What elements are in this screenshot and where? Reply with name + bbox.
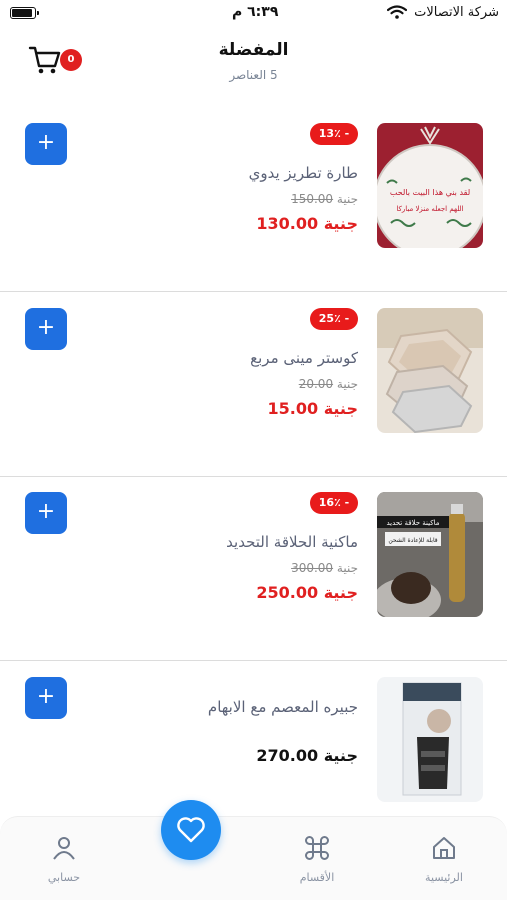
- product-name[interactable]: ماكنية الحلاقة التحديد: [226, 533, 358, 551]
- product-row[interactable]: + 16٪ - ماكنية الحلاقة التحديد جنية 300.…: [0, 477, 507, 661]
- product-name[interactable]: طارة تطريز يدوي: [249, 164, 358, 182]
- product-image[interactable]: ماكينة حلاقة تحديد قابلة للإعادة الشحن: [377, 492, 483, 617]
- product-image[interactable]: لقد بني هذا البيت بالحب اللهم اجعله منزل…: [377, 123, 483, 248]
- discount-badge: 25٪ -: [310, 308, 358, 330]
- discount-badge: 16٪ -: [310, 492, 358, 514]
- product-price: جنية 250.00: [256, 583, 358, 602]
- heart-icon: [177, 817, 205, 843]
- command-icon: [305, 836, 329, 860]
- product-image[interactable]: [377, 308, 483, 433]
- add-to-cart-button[interactable]: +: [25, 123, 67, 165]
- nav-categories[interactable]: الأقسام: [277, 835, 357, 884]
- battery-icon: [10, 7, 39, 19]
- product-price: جنية 130.00: [256, 214, 358, 233]
- image-text-2: اللهم اجعله منزلا مباركا: [396, 205, 463, 213]
- home-icon: [433, 837, 455, 859]
- user-icon: [53, 837, 75, 860]
- product-price: جنية 270.00: [256, 746, 358, 765]
- product-row[interactable]: + 25٪ - كوستر مينى مربع جنية 20.00 جنية …: [0, 293, 507, 477]
- add-to-cart-button[interactable]: +: [25, 677, 67, 719]
- image-text-2: قابلة للإعادة الشحن: [388, 537, 437, 544]
- product-row[interactable]: + 13٪ - طارة تطريز يدوي جنية 150.00 جنية…: [0, 108, 507, 292]
- product-name[interactable]: كوستر مينى مربع: [250, 349, 358, 367]
- product-name[interactable]: جبيره المعصم مع الابهام: [208, 698, 358, 716]
- product-price: جنية 15.00: [267, 399, 358, 418]
- old-price: جنية 20.00: [298, 377, 358, 391]
- nav-categories-label: الأقسام: [299, 871, 335, 884]
- status-time: ٦:٣٩ م: [232, 4, 279, 20]
- add-to-cart-button[interactable]: +: [25, 308, 67, 350]
- wifi-icon: [387, 5, 407, 19]
- nav-account[interactable]: حسابي: [24, 835, 104, 884]
- add-to-cart-button[interactable]: +: [25, 492, 67, 534]
- item-count: 5 العناصر: [229, 68, 278, 82]
- favorites-button[interactable]: [161, 800, 221, 860]
- old-price: جنية 150.00: [291, 192, 358, 206]
- image-text-1: ماكينة حلاقة تحديد: [386, 519, 439, 527]
- cart-icon[interactable]: [28, 44, 62, 76]
- bottom-nav: الرئيسية الأقسام حسابي: [0, 816, 507, 900]
- product-image[interactable]: [377, 677, 483, 802]
- discount-badge: 13٪ -: [310, 123, 358, 145]
- carrier-name: شركة الاتصالات: [414, 5, 499, 20]
- nav-home-label: الرئيسية: [425, 871, 463, 884]
- status-bar: ٦:٣٩ م شركة الاتصالات: [0, 0, 507, 28]
- cart-badge: 0: [60, 49, 82, 71]
- image-text-1: لقد بني هذا البيت بالحب: [390, 188, 470, 197]
- old-price: جنية 300.00: [291, 561, 358, 575]
- nav-home[interactable]: الرئيسية: [404, 835, 484, 884]
- nav-account-label: حسابي: [47, 871, 81, 884]
